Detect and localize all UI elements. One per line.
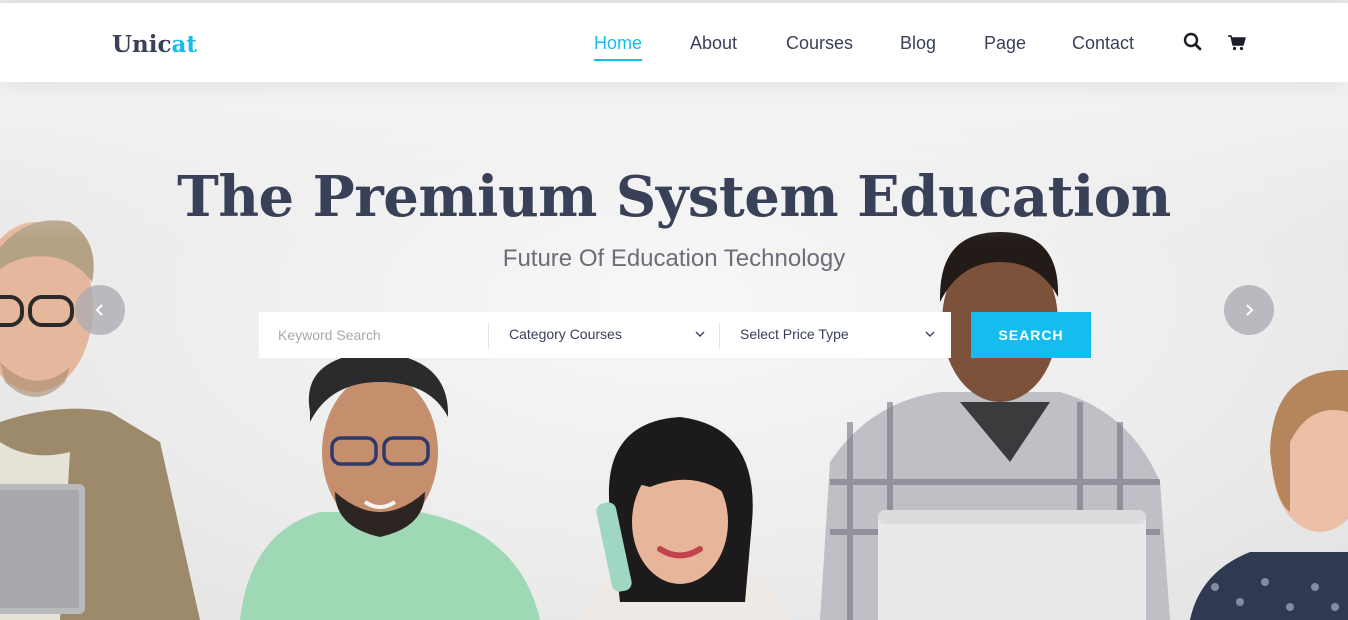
nav-active-underline (594, 59, 642, 61)
search-button[interactable]: SEARCH (971, 312, 1091, 358)
category-courses-select[interactable]: Category Courses (489, 312, 719, 358)
course-search-form: Category Courses Select Price Type (259, 312, 951, 358)
chevron-left-icon (95, 304, 103, 316)
nav-item-courses[interactable]: Courses (786, 33, 853, 54)
category-select-value: Category Courses (509, 326, 622, 342)
hero-slider: The Premium System Education Future Of E… (0, 82, 1348, 620)
price-select-value: Select Price Type (740, 326, 849, 342)
hero-title: The Premium System Education (177, 164, 1171, 230)
student-figure (820, 232, 1170, 620)
student-figure (240, 352, 540, 620)
nav-item-about[interactable]: About (690, 33, 737, 54)
nav-item-blog[interactable]: Blog (900, 33, 936, 54)
chevron-right-icon (1246, 304, 1254, 316)
slider-prev-button[interactable] (75, 285, 125, 335)
slider-next-button[interactable] (1224, 285, 1274, 335)
price-type-select[interactable]: Select Price Type (720, 312, 951, 358)
student-figure (0, 220, 200, 620)
nav-item-contact[interactable]: Contact (1072, 33, 1134, 54)
hero-subtitle: Future Of Education Technology (502, 245, 846, 272)
student-figure (1190, 370, 1348, 620)
nav-item-home[interactable]: Home (594, 33, 642, 54)
site-header: Unicat Home About Courses Blog Page Cont… (0, 3, 1348, 82)
keyword-search-input[interactable] (259, 312, 488, 358)
student-figure (580, 417, 790, 620)
logo-text-main: Unic (112, 31, 172, 58)
chevron-down-icon (695, 331, 705, 337)
logo-text-accent: at (171, 31, 198, 58)
site-logo[interactable]: Unicat (112, 31, 197, 58)
chevron-down-icon (925, 331, 935, 337)
cart-icon[interactable] (1226, 31, 1248, 53)
nav-item-page[interactable]: Page (984, 33, 1026, 54)
search-icon[interactable] (1182, 31, 1204, 53)
